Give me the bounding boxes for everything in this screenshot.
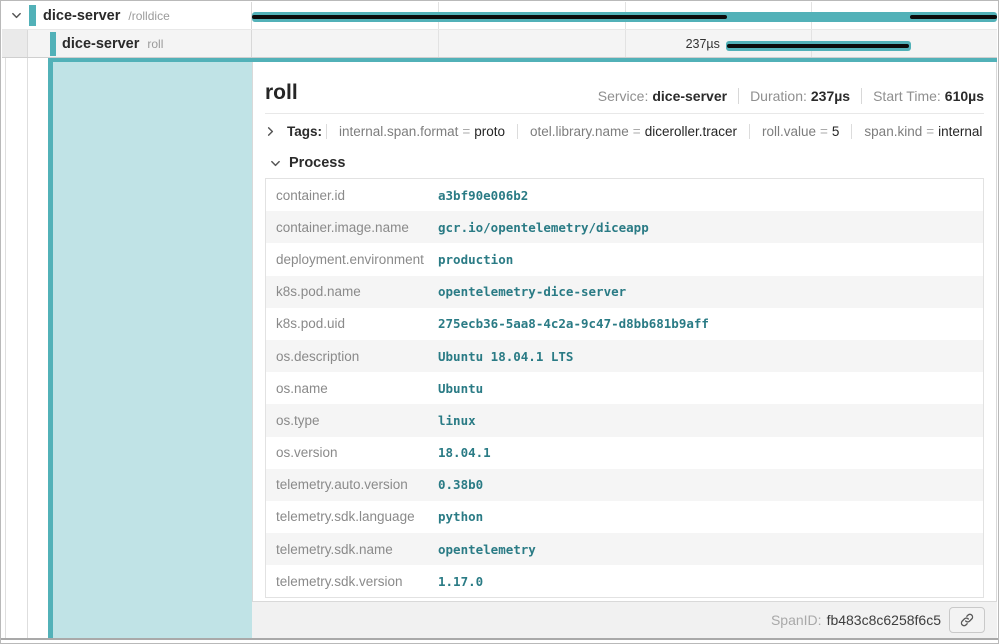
critical-path-segment (727, 44, 909, 48)
span-title: roll (265, 82, 298, 104)
stat-start-time: Start Time:610µs (861, 88, 984, 104)
link-icon (959, 612, 975, 628)
trace-detail-window: dice-server /rolldice dice-server roll 2… (0, 0, 999, 644)
table-row: telemetry.sdk.version1.17.0 (266, 565, 983, 597)
span-color-bar (29, 5, 36, 26)
table-row: container.ida3bf90e006b2 (266, 179, 983, 211)
table-row: os.descriptionUbuntu 18.04.1 LTS (266, 340, 983, 372)
table-row: telemetry.sdk.nameopentelemetry (266, 533, 983, 565)
service-name: dice-server (62, 36, 139, 52)
timeline-row-rolldice (252, 2, 997, 29)
span-detail-region: roll Service:dice-server Duration:237µs … (252, 58, 997, 638)
timeline-tick (625, 30, 626, 57)
table-row: os.nameUbuntu (266, 372, 983, 404)
indent-guide-shade (2, 30, 28, 57)
tree-indent-column (2, 58, 48, 638)
stat-start-time-value: 610µs (945, 88, 984, 104)
table-row: k8s.pod.uid275ecb36-5aa8-4c2a-9c47-d8bb6… (266, 308, 983, 340)
timeline-row-roll: 237µs (252, 30, 997, 57)
tag-item: otel.library.name=diceroller.tracer (517, 124, 749, 139)
table-row: os.version18.04.1 (266, 437, 983, 469)
stat-duration: Duration:237µs (738, 88, 861, 104)
span-duration-label: 237µs (686, 37, 720, 51)
critical-path-segment (910, 15, 997, 19)
spanid-label: SpanID: (771, 612, 822, 628)
process-kv-table: container.ida3bf90e006b2 container.image… (265, 178, 984, 598)
critical-path-segment (252, 15, 727, 19)
table-row: k8s.pod.nameopentelemetry-dice-server (266, 276, 983, 308)
chevron-right-icon[interactable] (265, 126, 276, 137)
chevron-down-icon[interactable] (8, 10, 24, 21)
table-row: telemetry.sdk.languagepython (266, 501, 983, 533)
stat-duration-value: 237µs (811, 88, 850, 104)
tags-accordion[interactable]: Tags: internal.span.format=proto otel.li… (265, 114, 984, 148)
selected-span-highlight (53, 58, 252, 638)
span-row-roll[interactable]: dice-server roll 237µs (2, 30, 997, 58)
table-row: os.typelinux (266, 404, 983, 436)
span-row-rolldice[interactable]: dice-server /rolldice (2, 2, 997, 30)
operation-name: /rolldice (128, 9, 169, 23)
tag-item: roll.value=5 (749, 124, 851, 139)
spanid-value: fb483c8c6258f6c5 (827, 612, 941, 628)
indent-guide-line (5, 58, 6, 638)
tags-header: Tags: (287, 124, 322, 139)
span-name-cell-roll[interactable]: dice-server roll (2, 30, 252, 57)
service-name: dice-server (43, 8, 120, 24)
table-row: deployment.environmentproduction (266, 243, 983, 275)
process-header-label: Process (289, 155, 345, 171)
timeline-tick (438, 30, 439, 57)
span-detail-row: roll Service:dice-server Duration:237µs … (2, 58, 997, 638)
span-stats: Service:dice-server Duration:237µs Start… (587, 88, 984, 104)
span-color-bar (50, 32, 56, 56)
operation-name: roll (147, 37, 163, 51)
tag-item: span.kind=internal (851, 124, 994, 139)
indent-guide-line (27, 58, 28, 638)
span-bar-rolldice[interactable] (252, 12, 997, 22)
span-bar-roll[interactable] (726, 41, 911, 51)
window-bottom-border (1, 638, 998, 640)
stat-service: Service:dice-server (587, 88, 738, 104)
detail-footer: SpanID: fb483c8c6258f6c5 (252, 602, 997, 638)
span-name-cell-rolldice[interactable]: dice-server /rolldice (2, 2, 252, 29)
chevron-down-icon[interactable] (267, 158, 283, 169)
detail-card-header: roll Service:dice-server Duration:237µs … (265, 62, 984, 114)
copy-span-link-button[interactable] (949, 607, 985, 633)
tag-item: internal.span.format=proto (326, 124, 517, 139)
table-row: container.image.namegcr.io/opentelemetry… (266, 211, 983, 243)
table-row: telemetry.auto.version0.38b0 (266, 469, 983, 501)
span-detail-card: roll Service:dice-server Duration:237µs … (252, 62, 997, 602)
stat-service-value: dice-server (652, 88, 727, 104)
process-accordion[interactable]: Process (265, 148, 984, 178)
